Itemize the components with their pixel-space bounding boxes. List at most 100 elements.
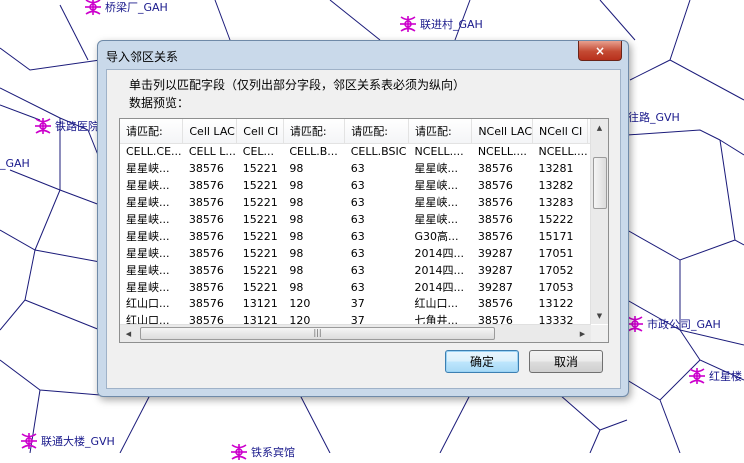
horizontal-scrollbar[interactable]: ◀ ||| ▶ (120, 324, 591, 342)
map-site[interactable]: _GAH (0, 157, 30, 170)
table-cell: 38576 (477, 213, 513, 226)
horizontal-scroll-thumb[interactable]: ||| (140, 327, 495, 340)
table-cell: 2014四... (414, 263, 465, 277)
column-header[interactable]: 请匹配: (344, 119, 410, 144)
map-site[interactable]: 联进村_GAH (397, 13, 483, 35)
table-cell: 37 (350, 297, 365, 311)
table-cell: 13283 (538, 196, 574, 210)
map-site[interactable]: 市政公司_GAH (624, 313, 721, 335)
table-cell: 15221 (242, 213, 278, 226)
column-header[interactable]: 请匹配: (408, 119, 473, 144)
table-row[interactable]: 星星峡...385761522198632014四...39287170526 (120, 262, 608, 279)
dialog-client-area: 单击列以匹配字段（仅列出部分字段，邻区关系表必须为纵向） 数据预览： 请匹配: … (106, 69, 621, 389)
table-cell: 15222 (538, 213, 574, 226)
table-cell: 63 (350, 280, 365, 294)
cancel-button[interactable]: 取消 (529, 350, 603, 373)
tower-icon (231, 444, 247, 460)
table-row[interactable]: 星星峡...38576152219863星星峡...38576132839 (120, 195, 608, 212)
map-site-label: 往路_GVH (628, 111, 680, 124)
table-cell: 63 (350, 196, 365, 210)
table-row[interactable]: 星星峡...385761522198632014四...39287170536 (120, 279, 608, 296)
table-cell: 星星峡... (126, 162, 170, 176)
table-cell: 17053 (538, 280, 574, 294)
table-row[interactable]: 星星峡...38576152219863星星峡...38576132829 (120, 178, 608, 195)
table-cell: 39287 (477, 280, 513, 294)
table-cell: NCELL.... (414, 145, 464, 159)
table-cell: 2014四... (414, 280, 465, 294)
tower-icon (35, 118, 51, 134)
table-cell: CEL... (242, 145, 275, 159)
map-site[interactable]: 铁系宾馆 (228, 441, 295, 463)
map-site-label: 联进村_GAH (420, 18, 483, 31)
table-cell: 星星峡... (126, 213, 170, 226)
map-site-label: 铁系宾馆 (251, 446, 295, 459)
table-cell: 星星峡... (414, 196, 459, 210)
table-cell: 2014四... (414, 246, 465, 260)
map-site-label: 铁路医院 (55, 120, 99, 133)
table-cell: 63 (350, 162, 365, 176)
table-cell: 38576 (188, 213, 224, 226)
column-header[interactable]: NCell CI (532, 119, 589, 144)
map-site-label: 红星楼 (709, 370, 742, 383)
map-site-label: 市政公司_GAH (647, 318, 721, 331)
table-row[interactable]: 星星峡...385761522198632014四...39287170516 (120, 245, 608, 262)
scroll-up-icon[interactable]: ▲ (591, 119, 608, 136)
column-header[interactable]: Cell CI (236, 119, 284, 144)
vertical-scrollbar[interactable]: ▲ ▼ (590, 119, 608, 324)
table-cell: 38576 (477, 229, 513, 243)
column-header[interactable]: 请匹配: (283, 119, 346, 144)
scroll-right-icon[interactable]: ▶ (574, 325, 591, 342)
table-row[interactable]: 星星峡...38576152219863星星峡...38576152229 (120, 212, 608, 229)
column-header[interactable]: 请匹配: (120, 119, 184, 144)
data-preview-grid[interactable]: 请匹配: Cell LAC Cell CI 请匹配: 请匹配: 请匹配: NCe… (119, 118, 609, 343)
close-button[interactable]: × (578, 41, 622, 61)
table-cell: 39287 (477, 246, 513, 260)
table-cell: 98 (289, 162, 304, 176)
close-icon: × (594, 43, 606, 58)
table-row[interactable]: 星星峡...38576152219863G30高...38576151719 (120, 228, 608, 245)
scroll-down-icon[interactable]: ▼ (591, 307, 608, 324)
map-site[interactable]: 联通大楼_GVH (18, 430, 115, 452)
map-site[interactable]: 桥梁厂_GAH (82, 0, 168, 18)
table-cell: 63 (350, 179, 365, 193)
table-cell: CELL.BSIC (350, 145, 407, 159)
table-cell: 17051 (538, 246, 574, 260)
table-row[interactable]: 红山口...385761312112037红山口...38576131229 (120, 296, 608, 313)
column-header[interactable]: NCell LAC (471, 119, 534, 144)
table-cell: 15221 (242, 263, 278, 277)
table-cell: 38576 (188, 263, 224, 277)
table-row[interactable]: CELL.CE... CELL L... CEL... CELL.B... CELL.B… (120, 144, 608, 161)
table-cell: 星星峡... (126, 246, 170, 260)
table-row[interactable]: 星星峡...38576152219863星星峡...38576132819 (120, 161, 608, 178)
map-site-label: 桥梁厂_GAH (105, 1, 168, 14)
table-cell: 星星峡... (414, 179, 459, 193)
table-cell: 120 (289, 297, 311, 311)
table-cell: 63 (350, 213, 365, 226)
table-cell: 17052 (538, 263, 574, 277)
table-cell: 98 (289, 179, 304, 193)
table-cell: 15221 (242, 196, 278, 210)
map-site[interactable]: 红星楼 (686, 365, 742, 387)
map-site[interactable]: 往路_GVH (628, 109, 680, 125)
table-cell: 63 (350, 246, 365, 260)
map-site[interactable]: 铁路医院 (32, 115, 99, 137)
scroll-corner (591, 325, 608, 342)
dialog-titlebar[interactable]: 导入邻区关系 × (98, 41, 628, 69)
table-cell: 15221 (242, 229, 278, 243)
ok-button[interactable]: 确定 (445, 350, 519, 373)
table-cell: 38576 (188, 280, 224, 294)
vertical-scroll-thumb[interactable] (593, 157, 607, 209)
preview-table: 请匹配: Cell LAC Cell CI 请匹配: 请匹配: 请匹配: NCe… (120, 119, 608, 330)
instruction-text: 单击列以匹配字段（仅列出部分字段，邻区关系表必须为纵向） (129, 78, 466, 92)
tower-icon (400, 16, 416, 32)
header-row: 请匹配: Cell LAC Cell CI 请匹配: 请匹配: 请匹配: NCe… (120, 119, 608, 144)
table-cell: 星星峡... (126, 263, 170, 277)
table-cell: 星星峡... (414, 162, 459, 176)
table-cell: 星星峡... (126, 229, 170, 243)
map-site-label: 联通大楼_GVH (41, 435, 115, 448)
table-cell: 星星峡... (126, 280, 170, 294)
column-header[interactable]: Cell LAC (182, 119, 238, 144)
import-neighbor-dialog: 导入邻区关系 × 单击列以匹配字段（仅列出部分字段，邻区关系表必须为纵向） 数据… (97, 40, 629, 397)
tower-icon (689, 368, 705, 384)
scroll-left-icon[interactable]: ◀ (120, 325, 137, 342)
